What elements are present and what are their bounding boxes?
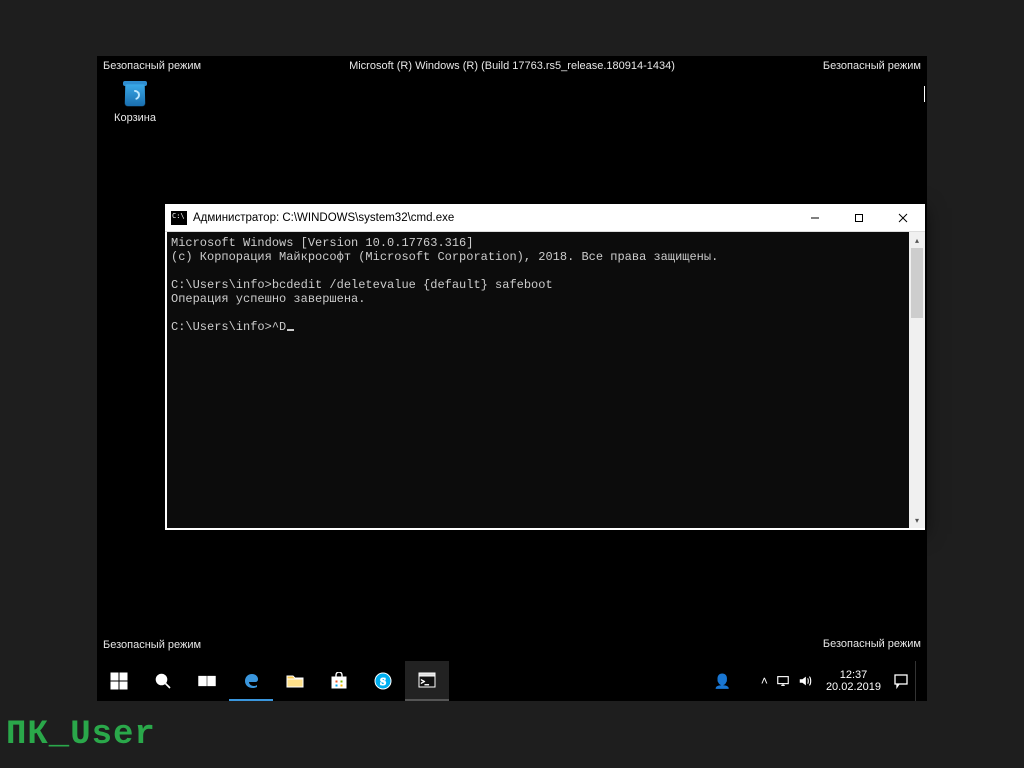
taskbar-right: 👤 ˄ 12:37 20.02.2019 [705,661,927,701]
taskbar-clock[interactable]: 12:37 20.02.2019 [820,669,887,693]
start-button[interactable] [97,661,141,701]
people-icon[interactable]: 👤 [713,673,730,690]
cmd-cursor [287,329,294,331]
close-button[interactable] [881,204,925,231]
minimize-button[interactable] [793,204,837,231]
recycle-bin[interactable]: Корзина [103,78,167,124]
page-root: Безопасный режим Microsoft (R) Windows (… [0,0,1024,768]
network-icon[interactable] [776,674,790,688]
taskbar-cmd[interactable]: >_ [405,661,449,701]
svg-text:S: S [380,676,386,688]
text-cursor-indicator [924,86,925,102]
volume-icon[interactable] [798,674,812,688]
taskbar-edge[interactable] [229,661,273,701]
safe-mode-label-bottom-right: Безопасный режим [823,638,921,651]
taskbar-skype[interactable]: S [361,661,405,701]
taskbar-store[interactable] [317,661,361,701]
cmd-window-controls [793,204,925,231]
search-icon [154,672,172,690]
action-center-icon[interactable] [893,673,909,689]
maximize-button[interactable] [837,204,881,231]
windows-build-line: Microsoft (R) Windows (R) (Build 17763.r… [97,60,927,72]
safe-mode-top-bar: Безопасный режим Microsoft (R) Windows (… [97,60,927,76]
store-icon [330,672,348,690]
vm-screen: Безопасный режим Microsoft (R) Windows (… [97,56,927,701]
watermark: ПК_User [6,716,156,754]
task-view-icon [198,672,216,690]
scroll-thumb[interactable] [911,248,923,318]
search-button[interactable] [141,661,185,701]
edge-icon [242,671,260,689]
scroll-down-icon[interactable]: ▾ [909,512,925,528]
scroll-up-icon[interactable]: ▴ [909,232,925,248]
safe-mode-label-top-right: Безопасный режим [823,60,921,72]
recycle-bin-icon [119,78,151,110]
taskbar-file-explorer[interactable] [273,661,317,701]
folder-icon [286,672,304,690]
taskbar: S >_ 👤 ˄ [97,661,927,701]
clock-time: 12:37 [826,669,881,681]
clock-date: 20.02.2019 [826,681,881,693]
cmd-window[interactable]: Администратор: C:\WINDOWS\system32\cmd.e… [165,204,925,530]
recycle-bin-label: Корзина [103,112,167,124]
svg-text:>_: >_ [421,678,429,686]
taskbar-left: S >_ [97,661,449,701]
cmd-titlebar[interactable]: Администратор: C:\WINDOWS\system32\cmd.e… [165,204,925,232]
tray-chevron-up-icon[interactable]: ˄ [761,674,768,688]
cmd-window-title: Администратор: C:\WINDOWS\system32\cmd.e… [193,212,793,224]
show-desktop-button[interactable] [915,661,921,701]
task-view-button[interactable] [185,661,229,701]
cmd-scrollbar[interactable]: ▴ ▾ [909,232,925,528]
cmd-taskbar-icon: >_ [418,671,436,689]
safe-mode-label-bottom-left: Безопасный режим [103,639,201,651]
cmd-icon [171,211,187,225]
skype-icon: S [374,672,392,690]
windows-logo-icon [110,672,128,690]
system-tray: 👤 ˄ [705,673,819,690]
cmd-output[interactable]: Microsoft Windows [Version 10.0.17763.31… [167,232,909,528]
cmd-client-area: Microsoft Windows [Version 10.0.17763.31… [165,232,925,530]
